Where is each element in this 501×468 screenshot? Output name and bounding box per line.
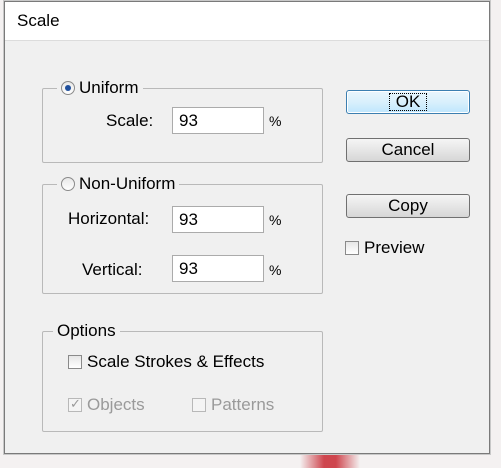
copy-button[interactable]: Copy	[346, 194, 470, 218]
cancel-button-label: Cancel	[381, 140, 435, 159]
non-uniform-label: Non-Uniform	[79, 174, 176, 193]
uniform-label: Uniform	[79, 78, 139, 97]
options-label: Options	[57, 321, 116, 340]
uniform-legend[interactable]: Uniform	[57, 78, 143, 98]
scale-label: Scale:	[106, 111, 154, 130]
ok-button[interactable]: OK	[346, 90, 470, 114]
patterns-label: Patterns	[211, 395, 275, 414]
uniform-group: Uniform Scale: %	[42, 78, 323, 163]
horizontal-unit: %	[269, 212, 282, 228]
options-legend: Options	[53, 321, 120, 341]
objects-checkbox	[68, 396, 82, 412]
scale-strokes-option[interactable]: Scale Strokes & Effects	[68, 352, 264, 372]
non-uniform-legend[interactable]: Non-Uniform	[57, 174, 180, 194]
title-bar[interactable]: Scale	[5, 2, 489, 41]
horizontal-input[interactable]	[172, 206, 264, 233]
horizontal-label: Horizontal:	[68, 209, 150, 228]
non-uniform-radio[interactable]	[61, 177, 75, 191]
options-group: Options Scale Strokes & Effects Objects …	[42, 321, 323, 432]
preview-option[interactable]: Preview	[345, 238, 424, 258]
vertical-input[interactable]	[172, 255, 264, 282]
cancel-button[interactable]: Cancel	[346, 138, 470, 162]
scale-strokes-checkbox[interactable]	[68, 355, 82, 369]
patterns-option: Patterns	[192, 395, 274, 415]
vertical-unit: %	[269, 262, 282, 278]
vertical-label: Vertical:	[82, 260, 143, 279]
scale-unit: %	[269, 113, 282, 129]
objects-label: Objects	[87, 395, 145, 414]
copy-button-label: Copy	[388, 196, 428, 215]
non-uniform-group: Non-Uniform Horizontal: % Vertical: %	[42, 174, 323, 294]
background-app-fragment	[300, 455, 360, 468]
scale-strokes-label: Scale Strokes & Effects	[87, 352, 265, 371]
uniform-radio[interactable]	[61, 81, 75, 95]
ok-button-label: OK	[388, 93, 428, 111]
dialog-title: Scale	[17, 11, 60, 30]
objects-option: Objects	[68, 395, 145, 415]
preview-checkbox[interactable]	[345, 241, 359, 255]
scale-dialog: Scale Uniform Scale: % Non-Uniform Horiz…	[4, 1, 490, 454]
patterns-checkbox	[192, 398, 206, 412]
preview-label: Preview	[364, 238, 425, 257]
scale-input[interactable]	[172, 107, 264, 134]
